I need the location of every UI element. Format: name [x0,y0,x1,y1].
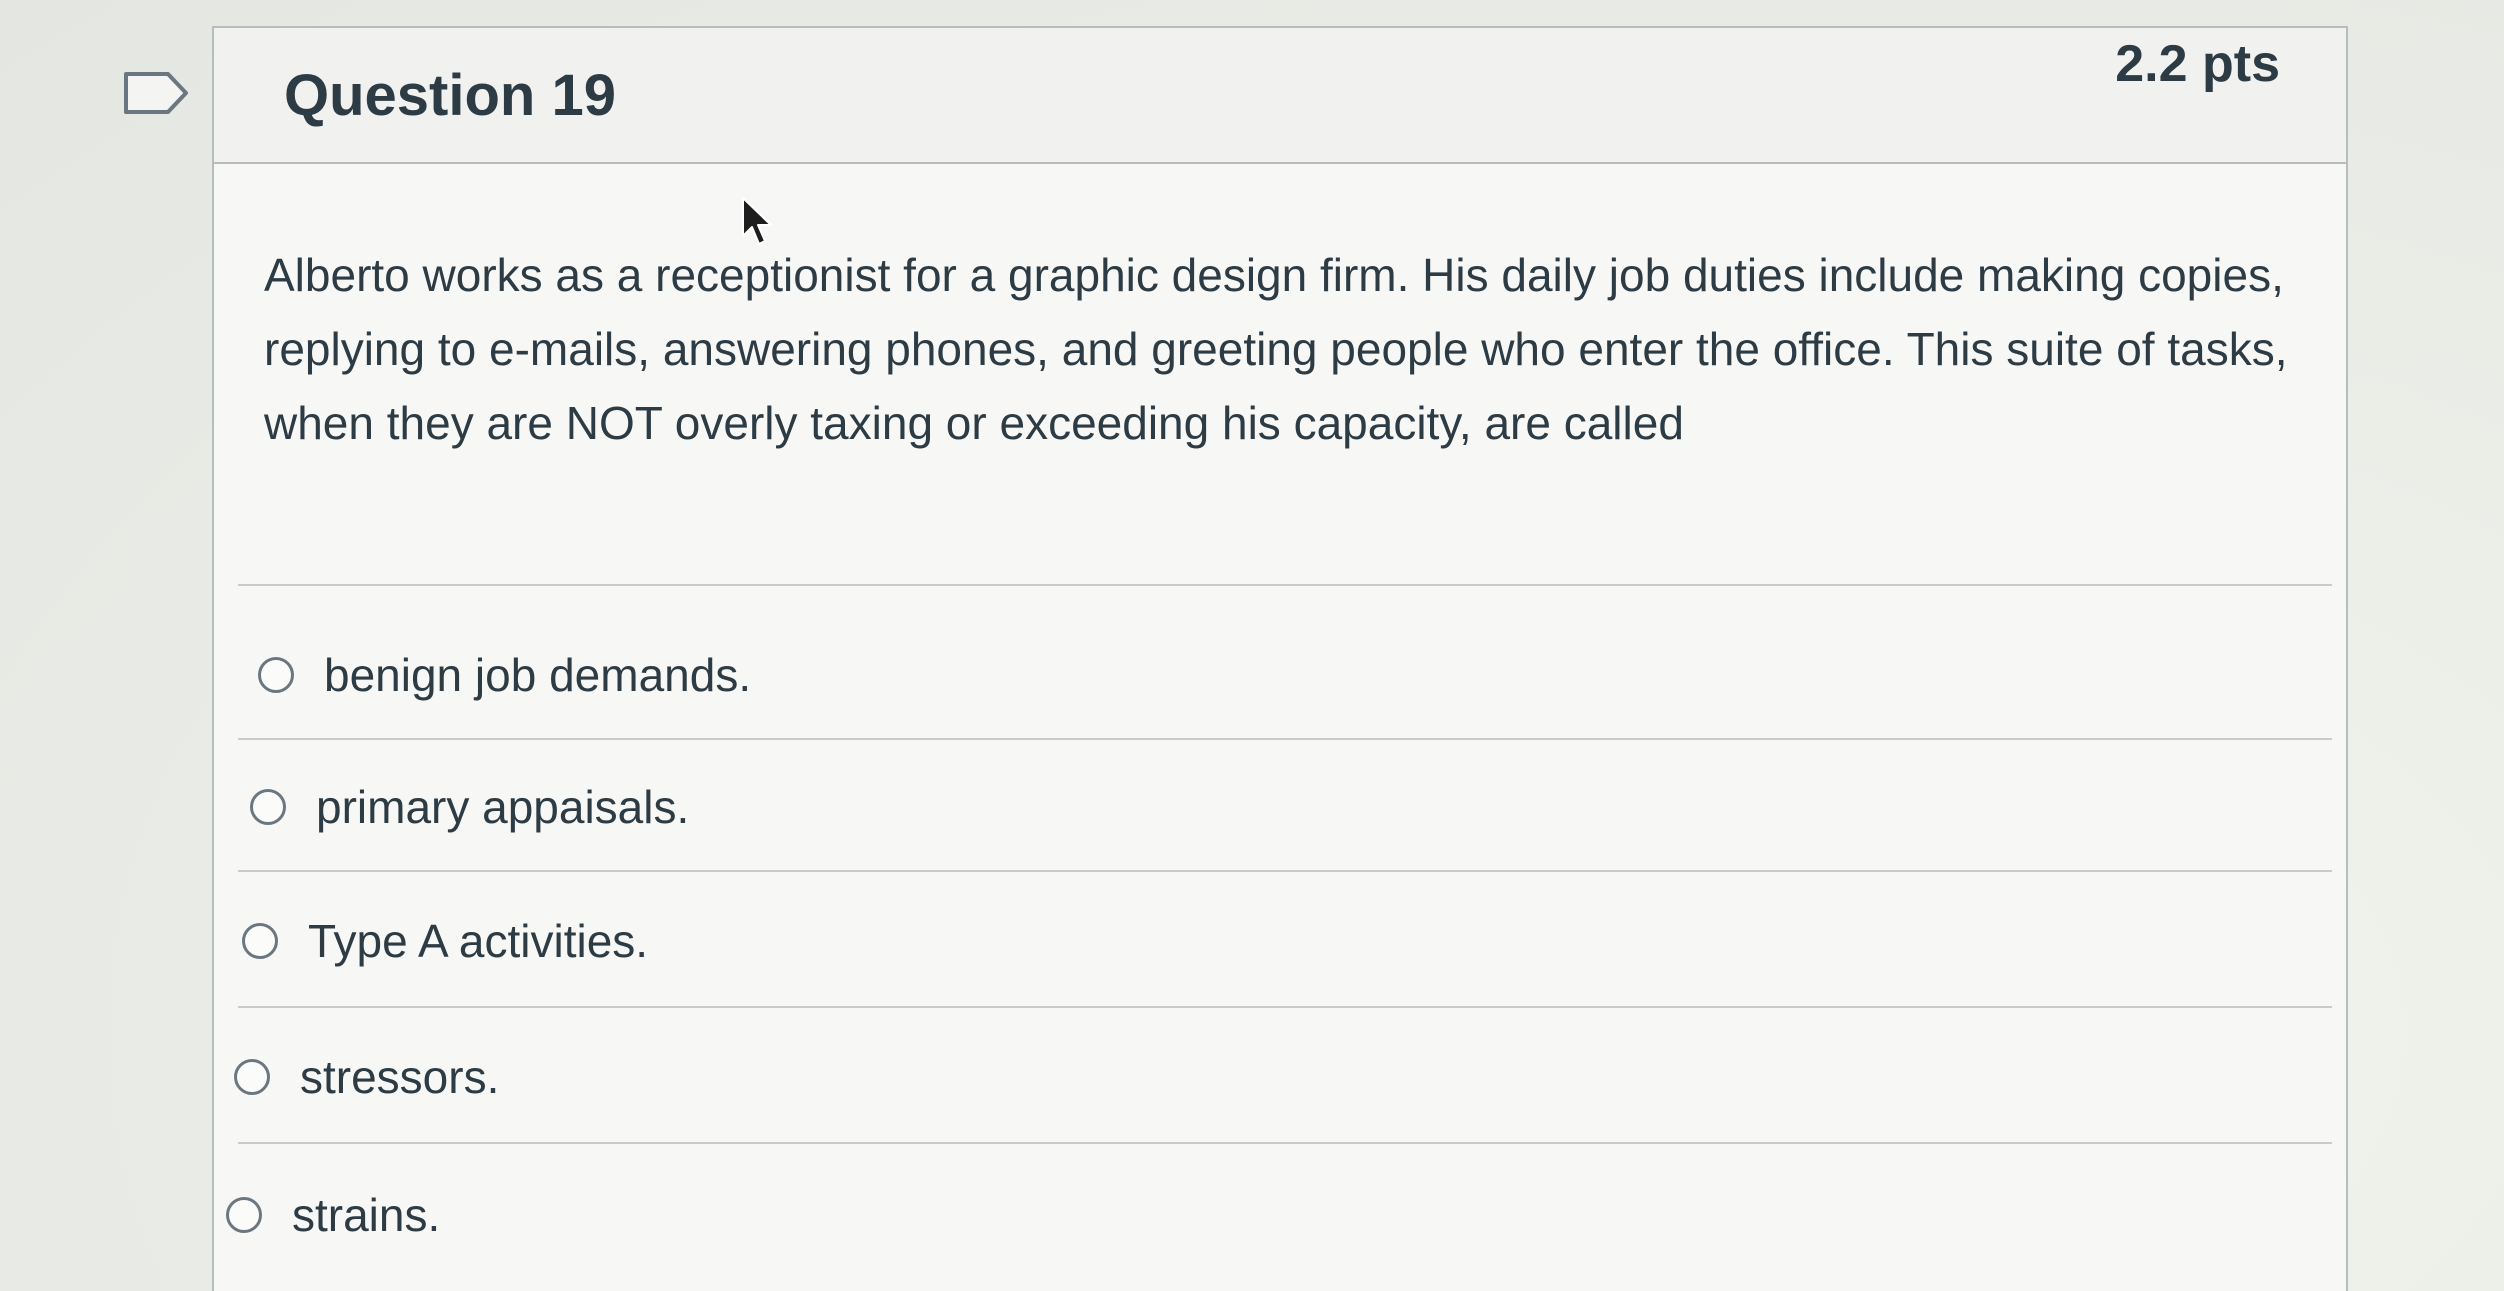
radio-unselected-icon[interactable] [258,657,294,693]
answer-option-3[interactable]: Type A activities. [242,914,648,968]
answer-option-5[interactable]: strains. [226,1188,440,1242]
question-title: Question 19 [284,63,616,128]
question-card: Question 19 2.2 pts Alberto works as a r… [212,26,2348,1291]
question-divider [238,584,2332,586]
answer-divider [238,738,2332,740]
answer-label: Type A activities. [308,915,649,967]
quiz-page: Question 19 2.2 pts Alberto works as a r… [0,0,2504,1291]
radio-unselected-icon[interactable] [226,1197,262,1233]
question-points: 2.2 pts [2115,35,2280,93]
answer-label: strains. [292,1189,441,1241]
radio-unselected-icon[interactable] [234,1059,270,1095]
answer-option-1[interactable]: benign job demands. [258,648,751,702]
mouse-pointer-icon [742,197,772,245]
answer-divider [238,1006,2332,1008]
radio-unselected-icon[interactable] [242,923,278,959]
answer-option-4[interactable]: stressors. [234,1050,499,1104]
question-text: Alberto works as a receptionist for a gr… [264,249,2288,449]
answer-label: primary appaisals. [316,781,690,833]
answer-divider [238,1142,2332,1144]
answer-option-2[interactable]: primary appaisals. [250,780,689,834]
answer-label: stressors. [300,1051,500,1103]
answer-label: benign job demands. [324,649,752,701]
bookmark-flag-icon[interactable] [122,70,192,116]
question-header: Question 19 2.2 pts [214,28,2346,164]
radio-unselected-icon[interactable] [250,789,286,825]
answer-divider [238,870,2332,872]
